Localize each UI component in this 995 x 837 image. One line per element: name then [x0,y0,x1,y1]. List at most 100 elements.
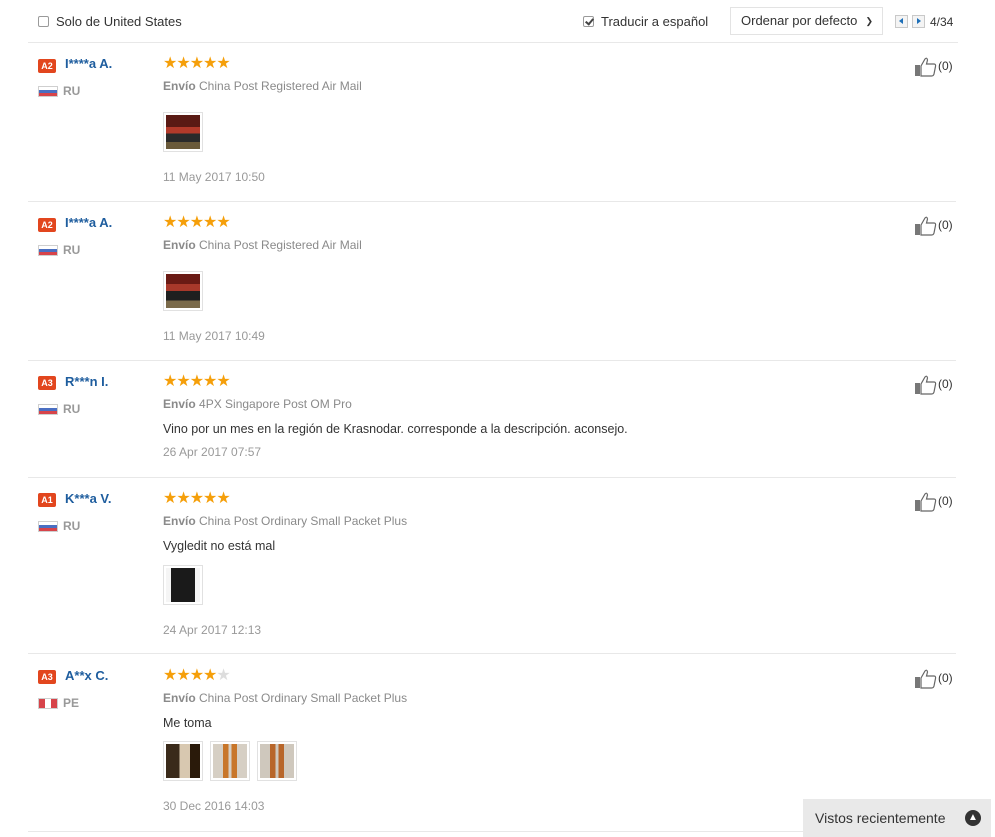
star-rating: ★★★★★ [163,667,231,684]
review-photo[interactable] [163,741,203,781]
helpful-button[interactable]: (0) [914,216,953,236]
star-icon: ★ [203,214,217,231]
star-icon: ★ [216,667,230,684]
reviewer-country: RU [63,84,81,98]
star-icon: ★ [216,490,230,507]
only-country-label[interactable]: Solo de United States [56,14,182,29]
star-icon: ★ [189,490,204,507]
star-icon: ★ [203,55,217,72]
review-photo[interactable] [210,741,250,781]
star-icon: ★ [163,667,177,684]
helpful-count: (0) [938,59,953,74]
reviewer-name[interactable]: I****a A. [65,215,112,230]
arrow-right-icon [917,18,921,24]
flag-icon [38,698,58,709]
star-icon: ★ [163,214,177,231]
star-icon: ★ [176,490,190,507]
star-rating: ★★★★★ [163,55,231,72]
recently-viewed-button[interactable]: Vistos recientemente ▲ [803,799,991,837]
star-rating: ★★★★★ [163,214,231,231]
review-date: 30 Dec 2016 14:03 [163,799,265,813]
star-icon: ★ [203,490,217,507]
review-text: Me toma [163,716,212,730]
review-date: 11 May 2017 10:50 [163,170,265,184]
star-icon: ★ [163,55,177,72]
shipping-info: Envío China Post Registered Air Mail [163,238,362,252]
reviewer-name[interactable]: A**x C. [65,668,108,683]
thumbs-up-icon [915,669,937,689]
only-country-checkbox[interactable] [38,16,49,27]
review-item: A1 K***a V. RU ★★★★★ Envío China Post Or… [28,478,956,654]
star-icon: ★ [176,55,190,72]
buyer-level-badge: A3 [38,670,56,684]
recently-viewed-label: Vistos recientemente [815,810,946,826]
star-icon: ★ [203,373,217,390]
review-photo[interactable] [163,112,203,152]
star-icon: ★ [176,373,190,390]
review-photo[interactable] [257,741,297,781]
review-text: Vygledit no está mal [163,539,276,553]
shipping-method: China Post Registered Air Mail [199,238,362,252]
shipping-label: Envío [163,691,196,705]
next-page-button[interactable] [912,15,925,28]
star-icon: ★ [189,667,204,684]
star-icon: ★ [216,214,230,231]
helpful-count: (0) [938,377,953,392]
shipping-info: Envío 4PX Singapore Post OM Pro [163,397,352,411]
buyer-level-badge: A1 [38,493,56,507]
shipping-label: Envío [163,79,196,93]
helpful-button[interactable]: (0) [914,669,953,689]
review-photo[interactable] [163,565,203,605]
review-filter-bar: Solo de United States Traducir a español… [28,0,958,43]
flag-icon [38,245,58,256]
review-item: A3 R***n I. RU ★★★★★ Envío 4PX Singapore… [28,361,956,478]
flag-icon [38,86,58,97]
reviewer-country: RU [63,519,81,533]
buyer-level-badge: A2 [38,218,56,232]
review-date: 24 Apr 2017 12:13 [163,623,262,637]
thumbs-up-icon [915,375,937,395]
review-item: A2 I****a A. RU ★★★★★ Envío China Post R… [28,202,956,361]
helpful-count: (0) [938,671,953,686]
star-icon: ★ [189,373,204,390]
sort-label: Ordenar por defecto [741,13,858,28]
review-item: A2 I****a A. RU ★★★★★ Envío China Post R… [28,43,956,202]
shipping-info: Envío China Post Ordinary Small Packet P… [163,514,407,528]
star-icon: ★ [216,373,230,390]
review-date: 11 May 2017 10:49 [163,329,265,343]
review-date: 26 Apr 2017 07:57 [163,445,262,459]
shipping-label: Envío [163,514,196,528]
flag-icon [38,521,58,532]
helpful-count: (0) [938,218,953,233]
prev-page-button[interactable] [895,15,908,28]
sort-dropdown[interactable]: Ordenar por defecto ❯ [730,7,883,35]
reviewer-country: RU [63,243,81,257]
translate-label[interactable]: Traducir a español [601,14,708,29]
chevron-down-icon: ❯ [865,16,873,26]
arrow-left-icon [899,18,903,24]
shipping-method: China Post Registered Air Mail [199,79,362,93]
helpful-button[interactable]: (0) [914,492,953,512]
star-rating: ★★★★★ [163,490,231,507]
buyer-level-badge: A2 [38,59,56,73]
translate-checkbox[interactable] [583,16,594,27]
chevron-up-icon: ▲ [965,810,981,826]
shipping-label: Envío [163,238,196,252]
flag-icon [38,404,58,415]
shipping-label: Envío [163,397,196,411]
reviewer-name[interactable]: I****a A. [65,56,112,71]
helpful-count: (0) [938,494,953,509]
star-icon: ★ [163,490,177,507]
reviewer-name[interactable]: R***n I. [65,374,108,389]
reviewer-country: PE [63,696,80,710]
page-indicator: 4/34 [930,15,954,29]
thumbs-up-icon [915,216,937,236]
star-icon: ★ [189,214,204,231]
reviewer-name[interactable]: K***a V. [65,491,112,506]
helpful-button[interactable]: (0) [914,375,953,395]
helpful-button[interactable]: (0) [914,57,953,77]
shipping-method: China Post Ordinary Small Packet Plus [199,514,408,528]
review-photo[interactable] [163,271,203,311]
thumbs-up-icon [915,492,937,512]
thumbs-up-icon [915,57,937,77]
